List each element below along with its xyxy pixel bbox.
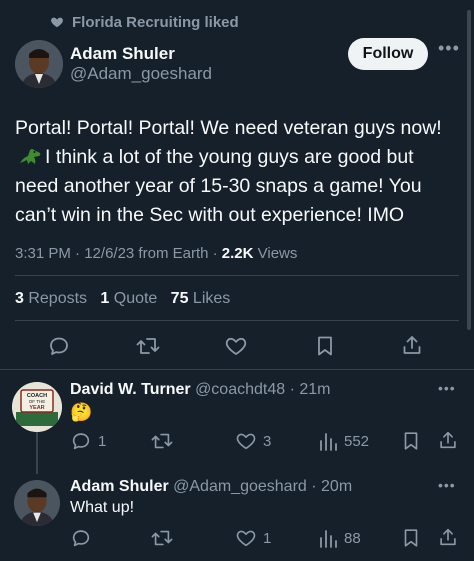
reply-reply-button[interactable]: 1 [70, 430, 106, 452]
reply-icon [50, 337, 68, 355]
reply-reply-count: 1 [98, 432, 107, 450]
repost-icon [151, 530, 173, 546]
reply-share-button[interactable] [437, 526, 459, 548]
reply-views-button[interactable]: 88 [318, 527, 361, 549]
reply-views-count: 88 [344, 529, 361, 547]
reply-author-name[interactable]: David W. Turner [70, 381, 191, 398]
heart-icon [50, 15, 64, 29]
reply-author-name[interactable]: Adam Shuler [70, 478, 169, 495]
tweet-stats: 3 Reposts 1 Quote 75 Likes [15, 290, 230, 308]
views-chart-icon [320, 530, 337, 548]
reply-text: What up! [70, 499, 135, 516]
reply-share-button[interactable] [437, 429, 459, 451]
follow-button[interactable]: Follow [348, 38, 428, 70]
more-options-icon[interactable]: ••• [438, 38, 460, 59]
reply-like-count: 3 [263, 432, 272, 450]
reposts-stat[interactable]: 3 Reposts [15, 290, 87, 307]
reply-author-handle[interactable]: @Adam_goeshard [173, 478, 307, 495]
divider [0, 369, 474, 370]
views-chart-icon [320, 433, 337, 451]
repost-icon [151, 433, 173, 449]
reply-text: 🤔 [70, 402, 93, 422]
repost-button[interactable] [135, 334, 161, 358]
tweet-text-part1: Portal! Portal! Portal! We need veteran … [15, 117, 442, 139]
avatar-text-line3: YEAR [29, 405, 44, 411]
reply-bookmark-button[interactable] [400, 430, 422, 452]
share-button[interactable] [400, 333, 424, 357]
reply-repost-button[interactable] [150, 430, 180, 452]
avatar-text-line2: OF THE [29, 399, 45, 404]
bookmark-icon [318, 336, 332, 356]
tweet-date[interactable]: 12/6/23 [84, 245, 134, 262]
share-icon [403, 336, 421, 354]
repost-icon [136, 338, 160, 354]
author-handle[interactable]: @Adam_goeshard [70, 64, 212, 84]
reply-icon [72, 530, 90, 547]
avatar[interactable] [15, 40, 63, 88]
thread-line [36, 432, 38, 474]
author-name[interactable]: Adam Shuler [70, 44, 175, 64]
likes-stat[interactable]: 75 Likes [171, 290, 231, 307]
reply-button[interactable] [47, 334, 71, 358]
reply-repost-button[interactable] [150, 527, 180, 549]
share-icon [440, 431, 456, 449]
reply-views-button[interactable]: 552 [318, 430, 369, 452]
scrollbar[interactable] [467, 10, 471, 330]
reply-header: Adam Shuler @Adam_goeshard · 20m [70, 478, 352, 496]
quotes-stat[interactable]: 1 Quote [100, 290, 157, 307]
tweet-time[interactable]: 3:31 PM [15, 245, 71, 262]
heart-outline-icon [225, 337, 247, 355]
reply-more-icon[interactable]: ••• [438, 477, 456, 493]
bookmark-icon [404, 529, 418, 547]
reply-like-button[interactable]: 3 [235, 430, 271, 452]
share-icon [440, 528, 456, 546]
reply-time[interactable]: · 21m [285, 381, 331, 398]
reply-time[interactable]: · 20m [307, 478, 352, 495]
social-context-label: Florida Recruiting liked [72, 13, 239, 31]
reply-like-count: 1 [263, 529, 272, 547]
reply-views-count: 552 [344, 432, 370, 450]
reply-avatar[interactable] [14, 480, 60, 526]
reply-like-button[interactable]: 1 [235, 527, 271, 549]
views-count: 2.2K [221, 245, 254, 262]
reply-header: David W. Turner @coachdt48 · 21m [70, 381, 330, 399]
bookmark-button[interactable] [313, 334, 337, 358]
heart-outline-icon [236, 433, 256, 450]
reply-avatar[interactable]: COACH OF THE YEAR [12, 382, 62, 432]
reply-author-handle[interactable]: @coachdt48 [195, 381, 285, 398]
heart-outline-icon [236, 530, 256, 547]
views-label: Views [253, 245, 298, 262]
tweet-text-part2: I think a lot of the young guys are good… [15, 146, 422, 226]
coach-award-avatar: COACH OF THE YEAR [12, 382, 62, 432]
bookmark-icon [404, 432, 418, 450]
tweet-text: Portal! Portal! Portal! We need veteran … [15, 114, 460, 230]
reply-reply-button[interactable] [70, 527, 98, 549]
divider [15, 320, 459, 321]
reply-more-icon[interactable]: ••• [438, 380, 456, 396]
social-context[interactable]: Florida Recruiting liked [50, 12, 239, 32]
tweet-source: from Earth [134, 245, 209, 262]
crocodile-emoji-icon [18, 147, 42, 167]
tweet-meta: 3:31 PM · 12/6/23 from Earth · 2.2K View… [15, 245, 298, 262]
like-button[interactable] [224, 334, 248, 358]
reply-bookmark-button[interactable] [400, 527, 422, 549]
reply-icon [72, 433, 90, 450]
divider [15, 275, 459, 276]
